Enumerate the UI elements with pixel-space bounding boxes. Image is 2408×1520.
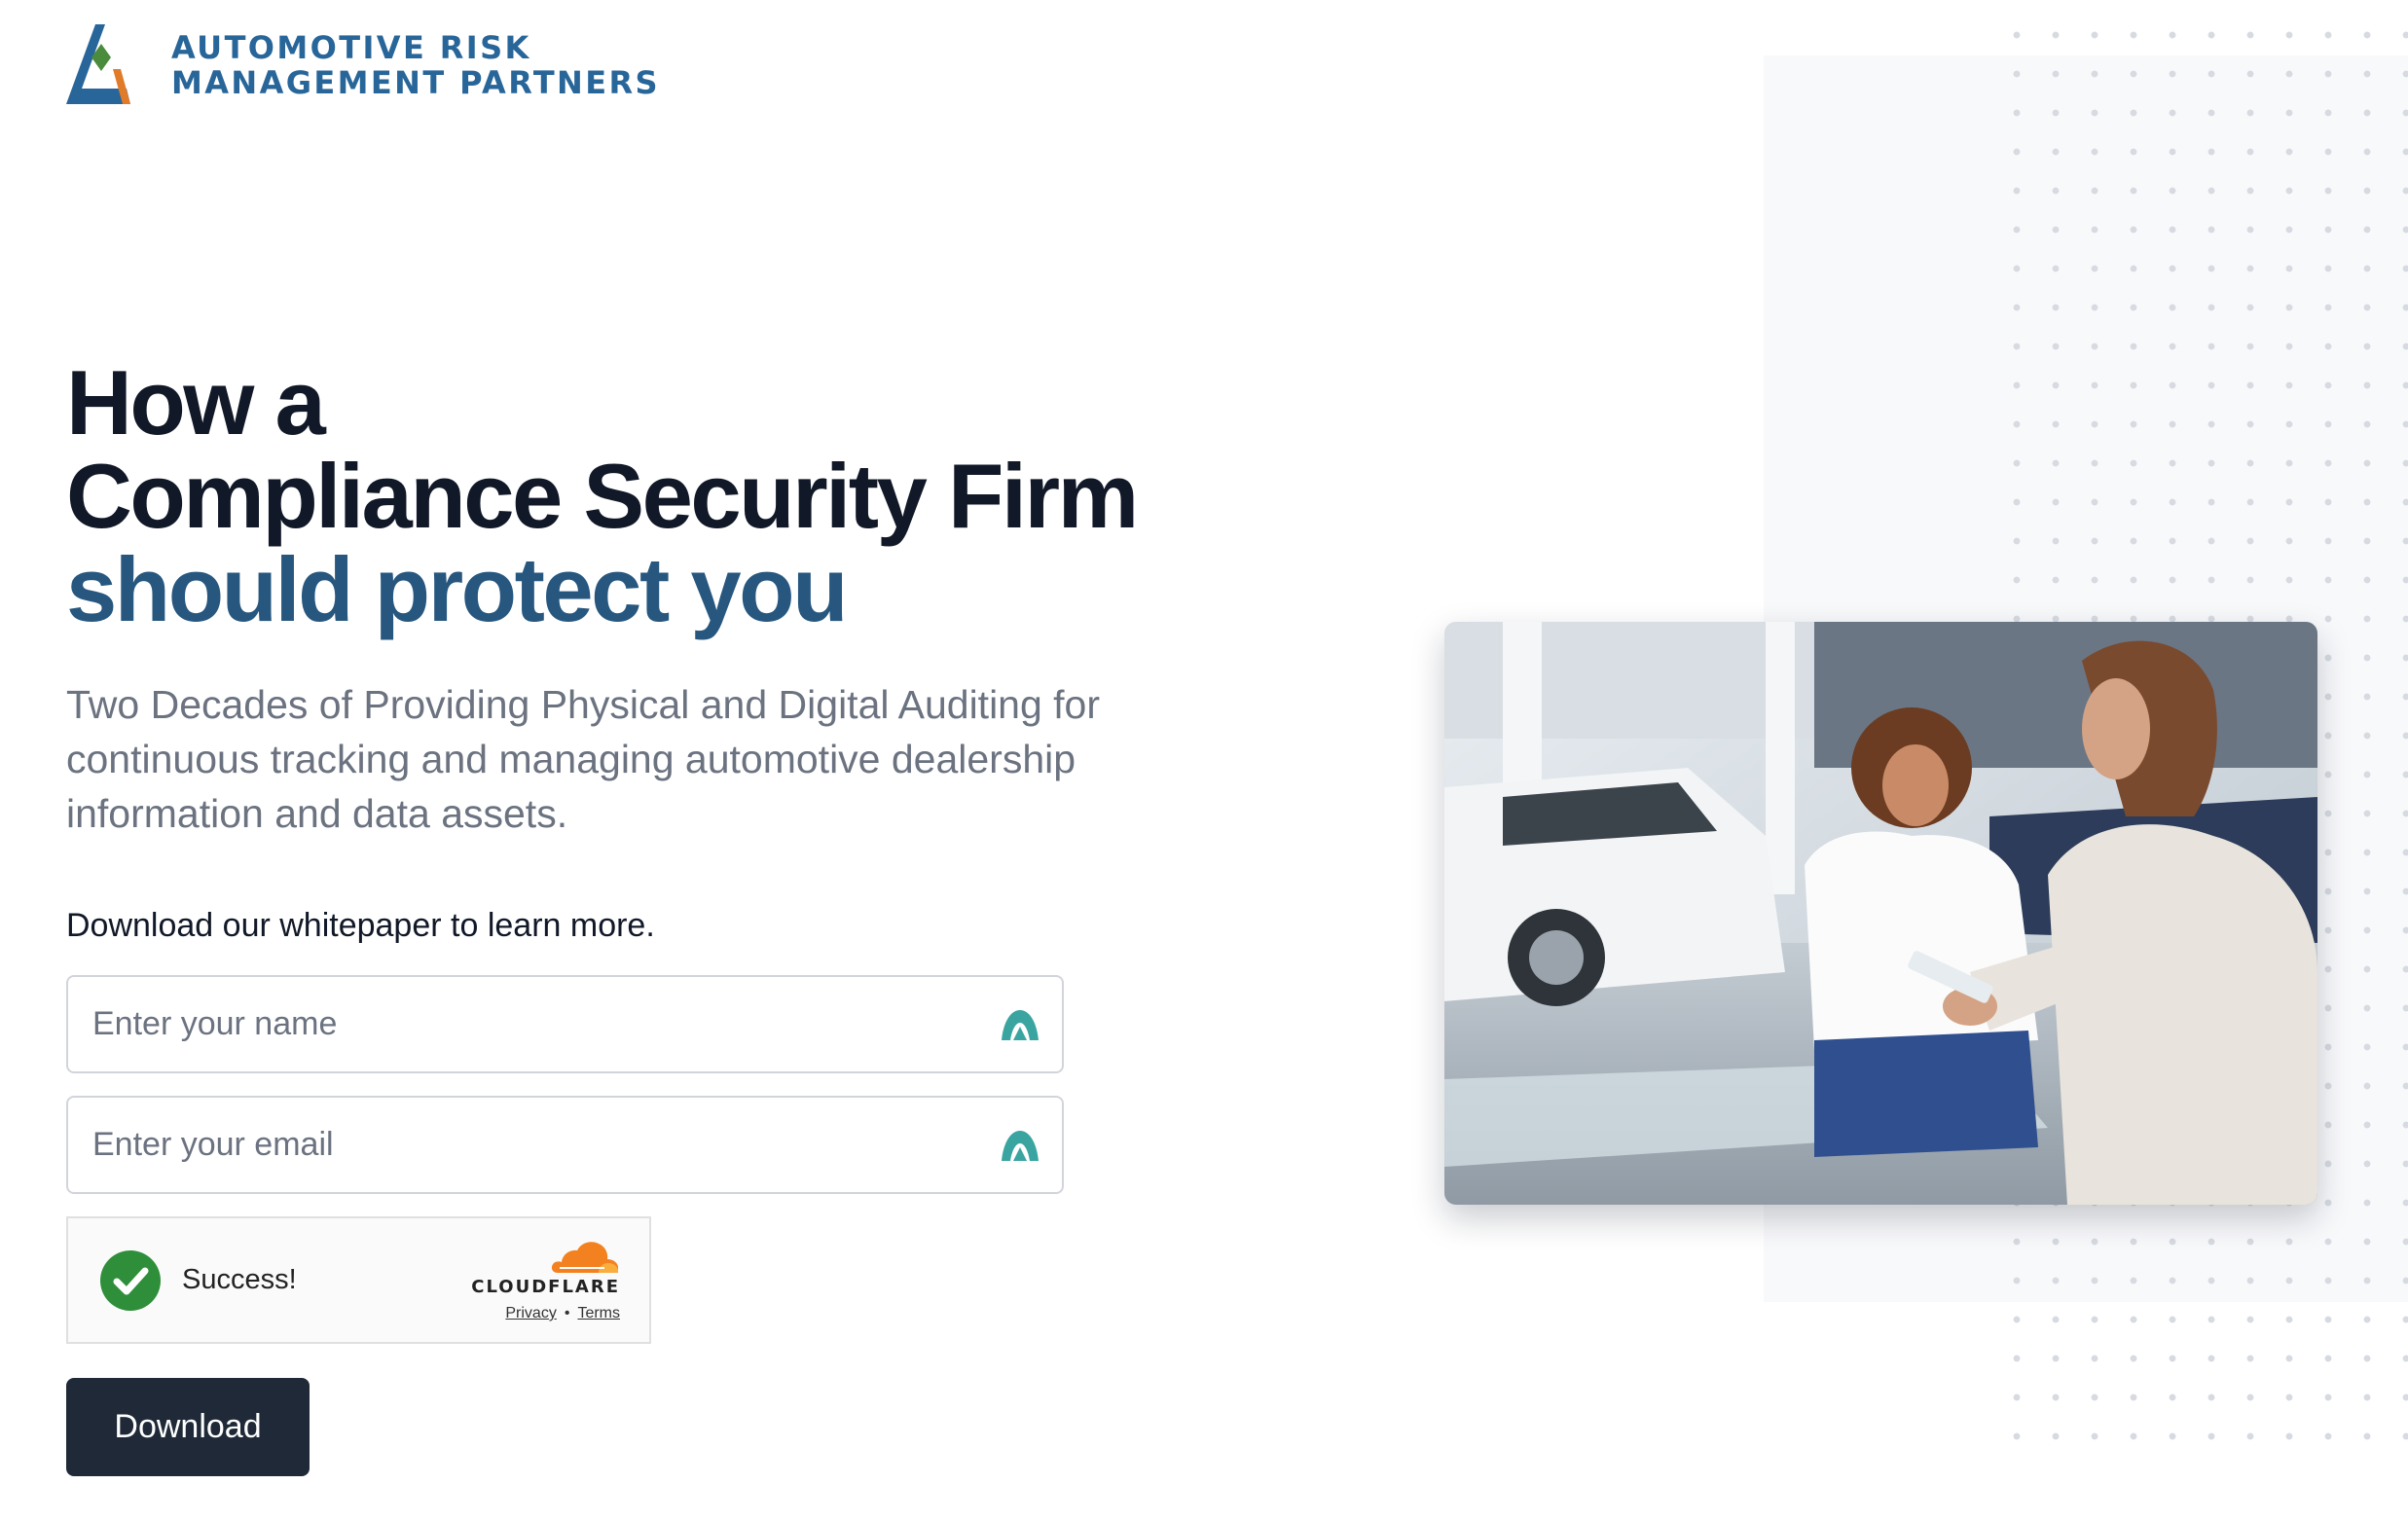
privacy-link[interactable]: Privacy <box>505 1305 556 1322</box>
showroom-photo <box>1444 622 2317 1205</box>
captcha-status: Success! <box>182 1264 297 1295</box>
email-field-container <box>66 1096 1064 1194</box>
autofill-icon[interactable] <box>1000 1128 1040 1163</box>
hero-subtitle: Two Decades of Providing Physical and Di… <box>66 682 1101 836</box>
captcha-widget[interactable]: Success! CLOUDFLARE Privacy • Terms <box>66 1216 651 1344</box>
name-input[interactable] <box>68 977 1000 1071</box>
form-cta: Download our whitepaper to learn more. <box>66 907 655 944</box>
success-check-icon <box>100 1249 161 1311</box>
name-field-container <box>66 975 1064 1073</box>
captcha-links: Privacy • Terms <box>505 1305 620 1322</box>
brand-name-line1: AUTOMOTIVE RISK <box>171 29 531 66</box>
page-title: How a Compliance Security Firm should pr… <box>66 351 1139 640</box>
logo-mark-icon <box>66 24 130 104</box>
cloudflare-wordmark: CLOUDFLARE <box>471 1277 620 1297</box>
brand-name: AUTOMOTIVE RISK MANAGEMENT PARTNERS <box>171 30 660 100</box>
hero-image <box>1444 622 2317 1205</box>
brand-logo[interactable]: AUTOMOTIVE RISK MANAGEMENT PARTNERS <box>66 24 660 106</box>
autofill-icon[interactable] <box>1000 1007 1040 1042</box>
brand-name-line2: MANAGEMENT PARTNERS <box>171 64 660 101</box>
download-button[interactable]: Download <box>66 1378 310 1476</box>
link-separator: • <box>564 1305 570 1321</box>
title-line-3: should protect you <box>66 538 848 640</box>
cloudflare-brand: CLOUDFLARE Privacy • Terms <box>471 1238 620 1322</box>
terms-link[interactable]: Terms <box>577 1305 620 1322</box>
email-input[interactable] <box>68 1098 1000 1192</box>
cloudflare-cloud-icon <box>551 1242 619 1273</box>
page: AUTOMOTIVE RISK MANAGEMENT PARTNERS How … <box>0 0 2408 1520</box>
title-line-2: Compliance Security Firm <box>66 445 1139 547</box>
title-line-1: How a <box>66 351 326 453</box>
